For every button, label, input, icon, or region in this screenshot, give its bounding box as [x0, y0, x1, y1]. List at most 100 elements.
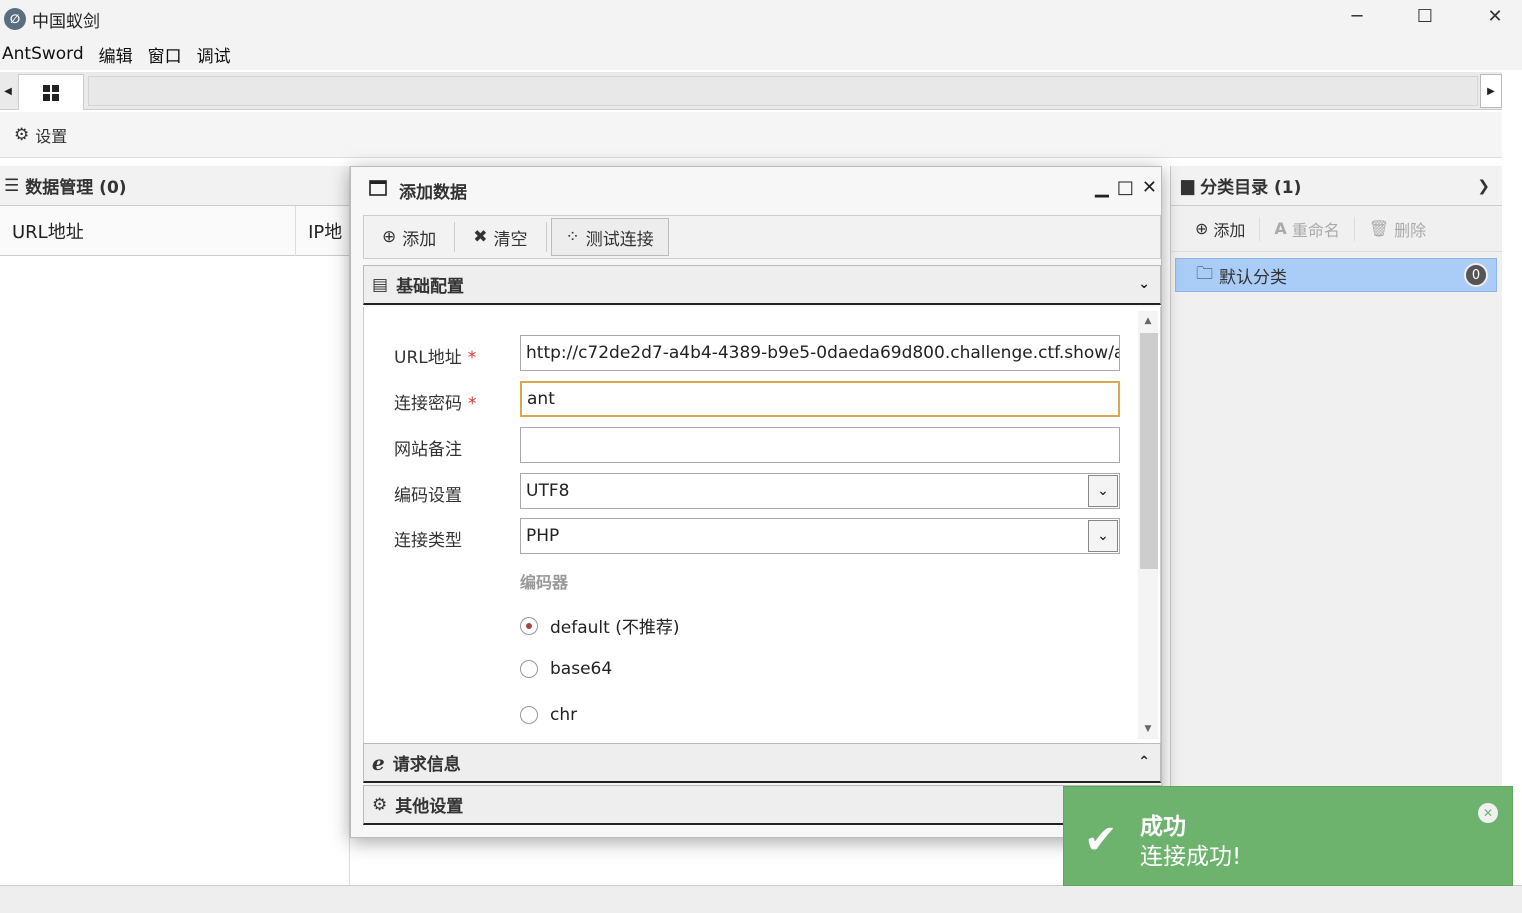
category-header: ▆ 分类目录 (1) ❯ [1171, 166, 1502, 206]
title-bar: ∅ 中国蚁剑 ─ ☐ ✕ [0, 0, 1522, 38]
url-input[interactable]: http://c72de2d7-a4b4-4389-b9e5-0daeda69d… [520, 335, 1120, 371]
menu-antsword[interactable]: AntSword [0, 44, 93, 64]
note-row: 网站备注 [364, 427, 1144, 465]
dialog-close-icon[interactable]: ✕ [1142, 177, 1157, 198]
type-select[interactable]: PHP ⌄ [520, 518, 1120, 554]
form-scrollbar[interactable]: ▲ ▼ [1138, 311, 1158, 739]
document-icon: ▤ [372, 274, 389, 295]
column-ip[interactable]: IP地 [296, 206, 349, 256]
dialog-toolbar: ⊕ 添加 ✖ 清空 ⁘ 测试连接 [363, 215, 1161, 259]
gears-icon: ⚙ [372, 794, 388, 815]
encoder-option-chr[interactable]: chr [520, 705, 577, 725]
section-other-settings[interactable]: ⚙ 其他设置 ⌃ [363, 785, 1161, 825]
password-row: 连接密码 * ant [364, 381, 1144, 419]
chevron-up-icon: ⌃ [1138, 754, 1150, 770]
tab-home[interactable] [18, 74, 84, 110]
encoder-label: 编码器 [520, 573, 569, 592]
data-management-title: 数据管理 (0) [25, 178, 127, 198]
category-add-label: 添加 [1213, 220, 1246, 240]
basic-config-form: URL地址 * http://c72de2d7-a4b4-4389-b9e5-0d… [363, 307, 1161, 743]
category-add-button[interactable]: ⊕ 添加 [1195, 216, 1261, 241]
dialog-title: 添加数据 [399, 182, 467, 203]
settings-button[interactable]: ⚙ 设置 [14, 123, 67, 147]
trash-icon: 🗑 [1368, 219, 1390, 238]
grid-icon [43, 84, 59, 101]
window-title: 中国蚁剑 [32, 11, 100, 32]
minimize-button[interactable]: ─ [1322, 0, 1392, 32]
scroll-up-icon[interactable]: ▲ [1138, 313, 1158, 329]
menu-bar: AntSword 编辑 窗口 调试 [0, 38, 1522, 70]
toast-message: 连接成功! [1140, 844, 1242, 870]
type-row: 连接类型 PHP ⌄ [364, 518, 1144, 556]
toast-title: 成功 [1140, 814, 1186, 840]
column-url[interactable]: URL地址 [0, 205, 297, 256]
category-item-label: 默认分类 [1219, 267, 1287, 288]
menu-debug[interactable]: 调试 [195, 42, 240, 67]
url-row: URL地址 * http://c72de2d7-a4b4-4389-b9e5-0d… [364, 335, 1144, 373]
category-delete-button[interactable]: 🗑 删除 [1369, 217, 1440, 241]
tab-strip: ◀ ▶ [0, 72, 1502, 110]
category-rename-button[interactable]: A 重命名 [1274, 216, 1355, 241]
category-item-default[interactable]: 🗀 默认分类 0 [1175, 258, 1497, 292]
plus-circle-icon: ⊕ [382, 227, 397, 247]
type-value: PHP [526, 526, 560, 546]
note-input[interactable] [520, 427, 1120, 463]
chevron-right-icon[interactable]: ❯ [1477, 177, 1490, 195]
folder-icon: ▆ [1181, 175, 1195, 196]
encoding-select[interactable]: UTF8 ⌄ [520, 473, 1120, 509]
toolbar-divider [454, 222, 456, 252]
radio-chr[interactable] [520, 706, 538, 724]
radio-default[interactable] [520, 616, 538, 635]
category-delete-label: 删除 [1394, 220, 1427, 240]
chevron-down-icon[interactable]: ⌄ [1088, 520, 1118, 552]
main-toolbar: ⚙ 设置 [0, 112, 1502, 158]
encoding-value: UTF8 [526, 481, 570, 501]
scroll-thumb[interactable] [1140, 333, 1158, 569]
data-management-panel: ☰ 数据管理 (0) URL地址 IP地 [0, 166, 350, 886]
section-basic-config[interactable]: ▤ 基础配置 ⌄ [363, 265, 1161, 305]
menu-window[interactable]: 窗口 [146, 42, 191, 67]
tab-scroll-right-icon[interactable]: ▶ [1480, 74, 1502, 108]
plus-circle-icon: ⊕ [1195, 219, 1209, 238]
toast-close-icon[interactable]: ✕ [1478, 803, 1498, 823]
encoder-option-base64[interactable]: base64 [520, 659, 612, 679]
encoder-option-label: default (不推荐) [550, 618, 680, 638]
password-input[interactable]: ant [520, 381, 1120, 417]
status-bar [0, 885, 1522, 913]
toolbar-divider [545, 222, 547, 252]
success-toast: ✔ 成功 连接成功! ✕ [1063, 786, 1513, 886]
close-button[interactable]: ✕ [1460, 0, 1522, 32]
dialog-maximize-icon[interactable]: □ [1117, 177, 1134, 198]
window-icon [369, 179, 387, 202]
x-icon: ✖ [473, 227, 488, 247]
menu-edit[interactable]: 编辑 [97, 42, 142, 67]
encoding-label: 编码设置 [394, 486, 462, 506]
gear-icon: ⚙ [14, 124, 30, 145]
category-count-badge: 0 [1464, 263, 1488, 287]
spinner-icon: ⁘ [565, 227, 580, 247]
section-request-label: 请求信息 [392, 755, 461, 775]
scroll-down-icon[interactable]: ▼ [1138, 721, 1158, 737]
encoder-option-default[interactable]: default (不推荐) [520, 613, 679, 638]
maximize-button[interactable]: ☐ [1390, 0, 1460, 32]
dialog-title-bar: 添加数据 [351, 167, 1161, 213]
encoding-row: 编码设置 UTF8 ⌄ [364, 473, 1144, 511]
list-icon: ☰ [4, 175, 20, 196]
url-label: URL地址 * [394, 348, 477, 368]
encoder-option-label: base64 [550, 659, 613, 679]
dialog-add-button[interactable]: ⊕ 添加 [368, 218, 450, 256]
add-data-dialog: 添加数据 ▁ □ ✕ ⊕ 添加 ✖ 清空 ⁘ 测试连接 ▤ 基础配置 ⌄ URL… [350, 166, 1162, 838]
dialog-minimize-icon[interactable]: ▁ [1095, 177, 1109, 198]
dialog-clear-button[interactable]: ✖ 清空 [459, 218, 541, 256]
tab-scroll-left-icon[interactable]: ◀ [0, 72, 16, 110]
test-connection-button[interactable]: ⁘ 测试连接 [550, 218, 669, 256]
note-label: 网站备注 [394, 440, 462, 460]
section-basic-label: 基础配置 [396, 277, 465, 297]
category-rename-label: 重命名 [1291, 220, 1340, 240]
section-other-label: 其他设置 [395, 797, 464, 817]
data-grid-header: URL地址 IP地 [0, 205, 349, 256]
radio-base64[interactable] [520, 660, 538, 678]
section-request-info[interactable]: ℯ 请求信息 ⌃ [363, 743, 1161, 783]
test-connection-label: 测试连接 [585, 229, 654, 250]
chevron-down-icon[interactable]: ⌄ [1088, 475, 1118, 507]
